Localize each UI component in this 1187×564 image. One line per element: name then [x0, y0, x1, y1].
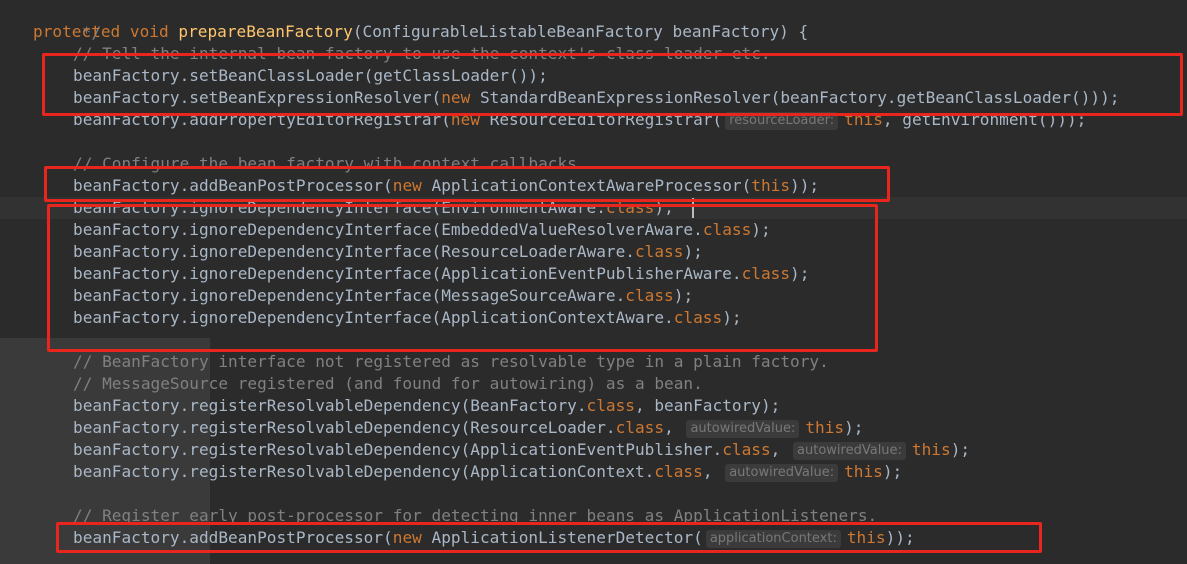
statement-part: beanFactory.registerResolvableDependency…	[73, 396, 587, 415]
annotation-box-aware-processor	[44, 166, 890, 202]
code-line-19[interactable]: beanFactory.registerResolvableDependency…	[73, 395, 780, 417]
statement-part: ,	[702, 462, 723, 481]
parameter-hint: autowiredValue:	[725, 464, 839, 482]
statement-part: );	[950, 440, 971, 459]
statement-part: , beanFactory);	[634, 396, 781, 415]
keyword-class: class	[654, 462, 703, 481]
code-line-17[interactable]: // BeanFactory interface not registered …	[73, 351, 829, 373]
statement-part: );	[844, 418, 864, 437]
comment: // BeanFactory interface not registered …	[73, 352, 829, 371]
annotation-box-classloader	[42, 53, 1183, 116]
statement-part: beanFactory.registerResolvableDependency…	[73, 462, 655, 481]
comment: // MessageSource registered (and found f…	[73, 374, 703, 393]
method-name: prepareBeanFactory	[178, 22, 353, 41]
statement-part: ,	[664, 418, 684, 437]
keyword-this: this	[911, 440, 951, 459]
keyword-protected: protected	[33, 22, 121, 41]
statement-part: ,	[770, 440, 791, 459]
annotation-box-listener-detector	[56, 522, 1042, 553]
keyword-void: void	[129, 22, 169, 41]
statement-part: beanFactory.registerResolvableDependency…	[73, 440, 723, 459]
code-line-21[interactable]: beanFactory.registerResolvableDependency…	[73, 439, 970, 461]
keyword-this: this	[805, 418, 845, 437]
parameter-hint: autowiredValue:	[686, 420, 800, 438]
keyword-class: class	[586, 396, 635, 415]
method-params: (ConfigurableListableBeanFactory beanFac…	[352, 22, 809, 41]
code-line-1[interactable]: */	[43, 0, 101, 42]
code-line-2[interactable]: protected void prepareBeanFactory(Config…	[33, 21, 808, 43]
keyword-class: class	[722, 440, 771, 459]
code-line-18[interactable]: // MessageSource registered (and found f…	[73, 373, 703, 395]
code-line-20[interactable]: beanFactory.registerResolvableDependency…	[73, 417, 864, 439]
code-editor[interactable]: */ protected void prepareBeanFactory(Con…	[0, 0, 1187, 564]
annotation-box-ignore-dependencies	[47, 204, 878, 352]
keyword-class: class	[615, 418, 665, 437]
statement-part: );	[882, 462, 903, 481]
parameter-hint: autowiredValue:	[793, 442, 906, 460]
statement-part: beanFactory.registerResolvableDependency…	[73, 418, 616, 437]
code-line-22[interactable]: beanFactory.registerResolvableDependency…	[73, 461, 902, 483]
keyword-this: this	[844, 462, 883, 481]
